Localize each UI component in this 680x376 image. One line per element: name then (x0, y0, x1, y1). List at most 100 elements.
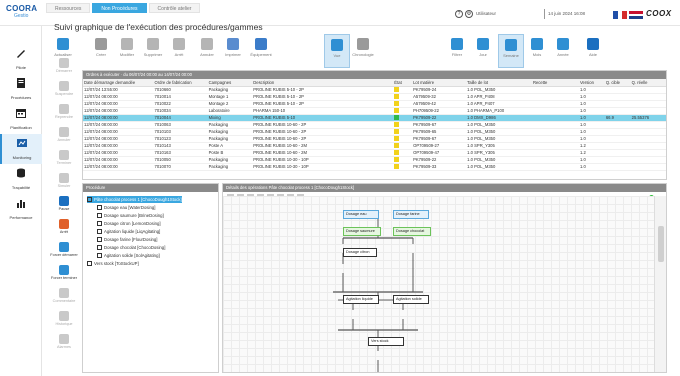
table-cell: 12/07/24 08:00:00 (83, 100, 154, 108)
toolbar-button-modifier[interactable]: Modifier (114, 34, 140, 68)
toolbar-button-filtrer[interactable]: Filtrer (444, 34, 470, 68)
tab-ressources[interactable]: Ressources (46, 3, 91, 13)
sidebar-item-planification[interactable]: Planification (0, 104, 42, 134)
flag-uk-icon[interactable] (629, 11, 643, 20)
toolbar-button-mois[interactable]: Mois (524, 34, 550, 68)
tree-item[interactable]: Dosage chocolat [ChocoDosing] (97, 244, 165, 251)
table-row[interactable]: 12/07/24 08:00:00 7010034 Laboratoire PHARM… (83, 107, 666, 115)
action-historique[interactable]: Historique (48, 311, 80, 326)
table-row[interactable]: 12/07/24 08:00:00 7010022 Montage 2 PROLINE… (83, 100, 666, 108)
diagram-node[interactable]: Dosage farine (393, 210, 429, 219)
table-cell: 66.9 (604, 114, 631, 122)
toolbar-button-annuler[interactable]: Annuler (194, 34, 220, 68)
diagram-node[interactable]: Dosage citron (343, 248, 377, 257)
table-row[interactable]: 12/07/24 08:00:00 7010143 Poste A PROLINE R… (83, 142, 666, 150)
table-cell: PROLINE RUBIS 10-30 - 10P (252, 163, 394, 171)
settings-icon[interactable]: ⚙ (465, 10, 473, 18)
table-cell: 12/07/24 13:55:00 (83, 86, 154, 94)
tree-item[interactable]: Agitation solide [SolAgitating] (97, 252, 160, 259)
table-row[interactable]: 12/07/24 08:00:00 7010123 Packaging PROLINE… (83, 135, 666, 143)
table-cell: 12/07/24 08:00:00 (83, 135, 154, 143)
diagram-node[interactable]: Dosage chocolat (393, 227, 431, 236)
toolbar-button-ann-e[interactable]: Année (550, 34, 576, 68)
toolbar-button-semaine[interactable]: Semaine (498, 34, 524, 68)
action-annuler[interactable]: Annuler (48, 127, 80, 142)
help-icon[interactable]: ? (455, 10, 463, 18)
action-commentaire[interactable]: Commentaire (48, 288, 80, 303)
table-cell (393, 107, 413, 115)
action-forcer-d-marrer[interactable]: Forcer démarrer (48, 242, 80, 257)
tree-item[interactable]: Dosage saumure [BrineDosing] (97, 212, 164, 219)
table-cell (531, 142, 579, 150)
diagram-canvas[interactable]: Dosage eau Dosage farine Dosage saumure … (223, 196, 655, 372)
toolbar-button-cr-er[interactable]: Créer (88, 34, 114, 68)
column-header[interactable]: Lot matière (412, 79, 467, 87)
table-row[interactable]: 12/07/24 08:00:00 7010050 Packaging PROLINE… (83, 156, 666, 164)
table-row[interactable]: 12/07/24 13:55:00 7010660 Packaging PROLINE… (83, 86, 666, 94)
sidebar-item-procedures[interactable]: Procédures (0, 74, 42, 104)
tab-procedures[interactable]: Non Procédures (92, 3, 147, 13)
action-arr-t[interactable]: Arrêt (48, 219, 80, 234)
user-name[interactable]: Utilisateur (476, 11, 496, 16)
action-simuler[interactable]: Simuler (48, 173, 80, 188)
tree-item[interactable]: Dosage eau [WaterDosing] (97, 204, 155, 211)
column-header[interactable]: Taille de lot (466, 79, 532, 87)
action-pause[interactable]: Pause (48, 196, 80, 211)
sidebar-item-monitoring[interactable]: Monitoring (0, 134, 42, 164)
toolbar-button--quipement[interactable]: Équipement (248, 34, 274, 68)
tree-item[interactable]: Agitation liquide [LiqAgitating] (97, 228, 160, 235)
action-reprendre[interactable]: Reprendre (48, 104, 80, 119)
toolbar-button-label: Filtrer (451, 52, 463, 57)
sidebar-item-performance[interactable]: Performance (0, 194, 42, 224)
diagram-node[interactable]: Dosage saumure (343, 227, 381, 236)
table-cell (393, 114, 413, 122)
column-header[interactable]: Q. cible (604, 79, 631, 87)
column-header[interactable]: Date démarrage demandée (83, 79, 154, 87)
column-header[interactable]: Ordre de fabrication (153, 79, 208, 87)
action-label: Annuler (57, 138, 71, 142)
table-row[interactable]: 12/07/24 08:00:00 7010163 Poste B PROLINE R… (83, 149, 666, 157)
tree-item[interactable]: Dosage citron [LemonDosing] (97, 220, 161, 227)
tab-controle-atelier[interactable]: Contrôle atelier (148, 3, 201, 13)
diagram-node[interactable]: Dosage eau (343, 210, 379, 219)
table-row[interactable]: 12/07/24 08:00:00 7010103 Packaging PROLINE… (83, 128, 666, 136)
toolbar-button-jour[interactable]: Jour (470, 34, 496, 68)
tree-item[interactable]: Pâte chocolat process 1 [ChocoDough1Stoc… (87, 196, 182, 203)
table-cell (604, 121, 631, 129)
column-header[interactable]: État (393, 79, 413, 87)
column-header[interactable]: Campagnes (207, 79, 253, 87)
main-toolbar: Actualiser Créer Modifier Supprimer Arrêt Ann… (50, 34, 665, 68)
action-alarmes[interactable]: Alarmes (48, 334, 80, 349)
table-row[interactable]: 12/07/24 08:00:00 7010014 Montage 1 PROLINE… (83, 93, 666, 101)
toolbar-button-supprimer[interactable]: Supprimer (140, 34, 166, 68)
diagram-node[interactable]: Agitation solide (393, 295, 429, 304)
action-terminer[interactable]: Terminer (48, 150, 80, 165)
column-header[interactable]: Description (252, 79, 394, 87)
toolbar-button-aide[interactable]: Aide (580, 34, 606, 68)
tree-item[interactable]: Dosage farine [FlourDosing] (97, 236, 158, 243)
action-d-marrer[interactable]: Démarrer (48, 58, 80, 73)
action-forcer-terminer[interactable]: Forcer terminer (48, 265, 80, 280)
sidebar-item-pilote[interactable]: Pilote (0, 44, 42, 74)
table-row[interactable]: 12/07/24 08:00:00 7010063 Packaging PROLINE… (83, 121, 666, 129)
table-cell: Laboratoire (207, 107, 253, 115)
diagram-scrollbar[interactable] (654, 196, 666, 372)
step-icon (87, 197, 92, 202)
procedure-tree-panel: Procédure Pâte chocolat process 1 [Choco… (82, 183, 219, 373)
diagram-node[interactable]: Vers stock (368, 337, 404, 346)
column-header[interactable]: Q. réelle (630, 79, 666, 87)
flag-fr-icon[interactable] (613, 11, 628, 19)
table-row[interactable]: 12/07/24 08:00:00 7010044 Mixing PROLINE RU… (83, 114, 666, 122)
sidebar-item-tracabilite[interactable]: Traçabilité (0, 164, 42, 194)
table-row[interactable]: 12/07/24 08:00:00 7010070 Packaging PROLINE… (83, 163, 666, 171)
scrollbar-thumb[interactable] (658, 226, 664, 262)
toolbar-button-arr-t[interactable]: Arrêt (166, 34, 192, 68)
diagram-node[interactable]: Agitation liquide (343, 295, 379, 304)
toolbar-button-vue[interactable]: Vue (324, 34, 350, 68)
toolbar-button-imprimer[interactable]: Imprimer (220, 34, 246, 68)
toolbar-button-chronologie[interactable]: Chronologie (350, 34, 376, 68)
action-suspendre[interactable]: Suspendre (48, 81, 80, 96)
tree-item[interactable]: Vers stock [ToStockUP] (87, 260, 139, 267)
column-header[interactable]: Recette (531, 79, 579, 87)
column-header[interactable]: Version (578, 79, 605, 87)
